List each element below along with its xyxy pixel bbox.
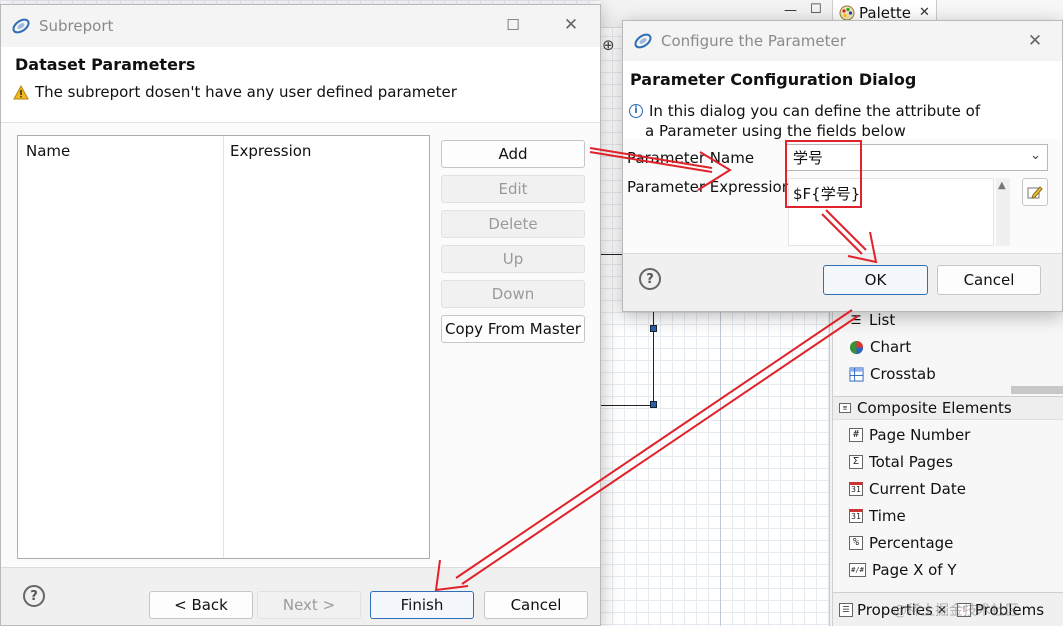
properties-icon: ☰ — [839, 602, 853, 617]
palette-item-page-number[interactable]: # Page Number — [849, 423, 970, 447]
maximize-icon[interactable]: ☐ — [810, 2, 822, 17]
back-button[interactable]: < Back — [149, 591, 253, 619]
editor-element-edge — [600, 405, 654, 406]
resize-handle[interactable] — [650, 325, 657, 332]
close-icon[interactable]: ✕ — [559, 13, 583, 37]
crosstab-icon — [849, 366, 864, 382]
page-x-of-y-icon: #/# — [849, 563, 866, 577]
column-header-name[interactable]: Name — [26, 142, 70, 160]
column-separator — [223, 136, 224, 558]
add-button[interactable]: Add — [441, 140, 585, 168]
palette-item-label: Chart — [870, 338, 912, 356]
parameter-expression-label: Parameter Expression — [627, 178, 792, 196]
palette-item-page-x-of-y[interactable]: #/# Page X of Y — [849, 558, 957, 582]
info-icon: i — [629, 104, 643, 118]
page-number-icon: # — [849, 428, 863, 442]
finish-button[interactable]: Finish — [370, 591, 474, 619]
down-button[interactable]: Down — [441, 280, 585, 308]
chart-icon — [849, 340, 864, 354]
scroll-up-icon[interactable]: ▲ — [998, 180, 1006, 191]
column-header-expression[interactable]: Expression — [230, 142, 311, 160]
editor-guide-line — [720, 312, 721, 626]
palette-scrollbar[interactable] — [1011, 386, 1063, 394]
birt-logo-icon — [12, 18, 30, 34]
watermark: @稀土掘金技术社区 — [893, 603, 1019, 619]
cancel-button[interactable]: Cancel — [937, 265, 1041, 295]
palette-item-percentage[interactable]: % Percentage — [849, 531, 953, 555]
edit-button[interactable]: Edit — [441, 175, 585, 203]
expression-scrollbar[interactable]: ▲ — [996, 178, 1010, 246]
palette-icon — [839, 5, 855, 20]
palette-item-time[interactable]: 31 Time — [849, 504, 906, 528]
warning-icon — [13, 84, 29, 99]
help-icon[interactable]: ? — [639, 268, 661, 290]
birt-logo-icon — [634, 33, 652, 49]
parameter-table[interactable]: Name Expression — [17, 135, 430, 559]
next-button[interactable]: Next > — [257, 591, 361, 619]
palette-item-crosstab[interactable]: Crosstab — [849, 362, 936, 386]
calendar-icon: 31 — [849, 509, 863, 523]
close-icon[interactable]: ✕ — [919, 5, 930, 20]
help-icon[interactable]: ? — [23, 585, 45, 607]
warning-text: The subreport dosen't have any user defi… — [35, 83, 457, 101]
page-title: Parameter Configuration Dialog — [630, 70, 917, 89]
configure-titlebar[interactable]: Configure the Parameter — [623, 21, 1062, 61]
maximize-icon[interactable]: ☐ — [501, 13, 525, 37]
palette-group-composite-elements[interactable]: ≡ Composite Elements — [833, 396, 1063, 420]
palette-item-label: Current Date — [869, 480, 966, 498]
sigma-icon: Σ — [849, 455, 863, 469]
palette-item-current-date[interactable]: 31 Current Date — [849, 477, 966, 501]
zoom-icon[interactable]: ⊕ — [602, 36, 615, 54]
calendar-icon: 31 — [849, 482, 863, 496]
subreport-dialog: Subreport ☐ ✕ Dataset Parameters The sub… — [0, 4, 601, 626]
up-button[interactable]: Up — [441, 245, 585, 273]
palette-item-label: Page X of Y — [872, 561, 957, 579]
dialog-footer: ? < Back Next > Finish Cancel — [1, 567, 600, 625]
dialog-title: Configure the Parameter — [661, 32, 846, 50]
palette-item-total-pages[interactable]: Σ Total Pages — [849, 450, 953, 474]
palette-item-label: Total Pages — [869, 453, 953, 471]
info-text-line-1: In this dialog you can define the attrib… — [649, 102, 981, 120]
chevron-down-icon[interactable]: ⌄ — [1030, 148, 1041, 163]
parameter-name-label: Parameter Name — [627, 149, 755, 167]
palette-item-label: Time — [869, 507, 906, 525]
percent-icon: % — [849, 536, 863, 550]
resize-handle[interactable] — [650, 401, 657, 408]
tab-palette-label: Palette — [859, 3, 911, 22]
expression-builder-icon — [1027, 186, 1043, 199]
warning-message: The subreport dosen't have any user defi… — [13, 83, 457, 101]
close-icon[interactable]: ✕ — [1023, 29, 1047, 53]
info-text-line-2: a Parameter using the fields below — [645, 122, 906, 140]
list-icon: ☰ — [850, 313, 862, 327]
palette-item-label: List — [869, 311, 896, 329]
group-icon: ≡ — [839, 403, 851, 413]
copy-from-master-button[interactable]: Copy From Master — [441, 315, 585, 343]
palette-item-chart[interactable]: Chart — [849, 335, 911, 359]
palette-group-label: Composite Elements — [857, 399, 1012, 417]
annotation-highlight-box — [785, 140, 862, 208]
info-message: i In this dialog you can define the attr… — [629, 101, 980, 141]
dialog-title: Subreport — [39, 17, 114, 35]
page-title: Dataset Parameters — [15, 55, 196, 74]
ok-button[interactable]: OK — [823, 265, 928, 295]
expression-builder-button[interactable] — [1022, 178, 1048, 206]
palette-item-label: Page Number — [869, 426, 971, 444]
palette-item-label: Percentage — [869, 534, 954, 552]
minimize-icon[interactable]: — — [784, 3, 797, 18]
palette-item-label: Crosstab — [870, 365, 936, 383]
cancel-button[interactable]: Cancel — [484, 591, 588, 619]
delete-button[interactable]: Delete — [441, 210, 585, 238]
